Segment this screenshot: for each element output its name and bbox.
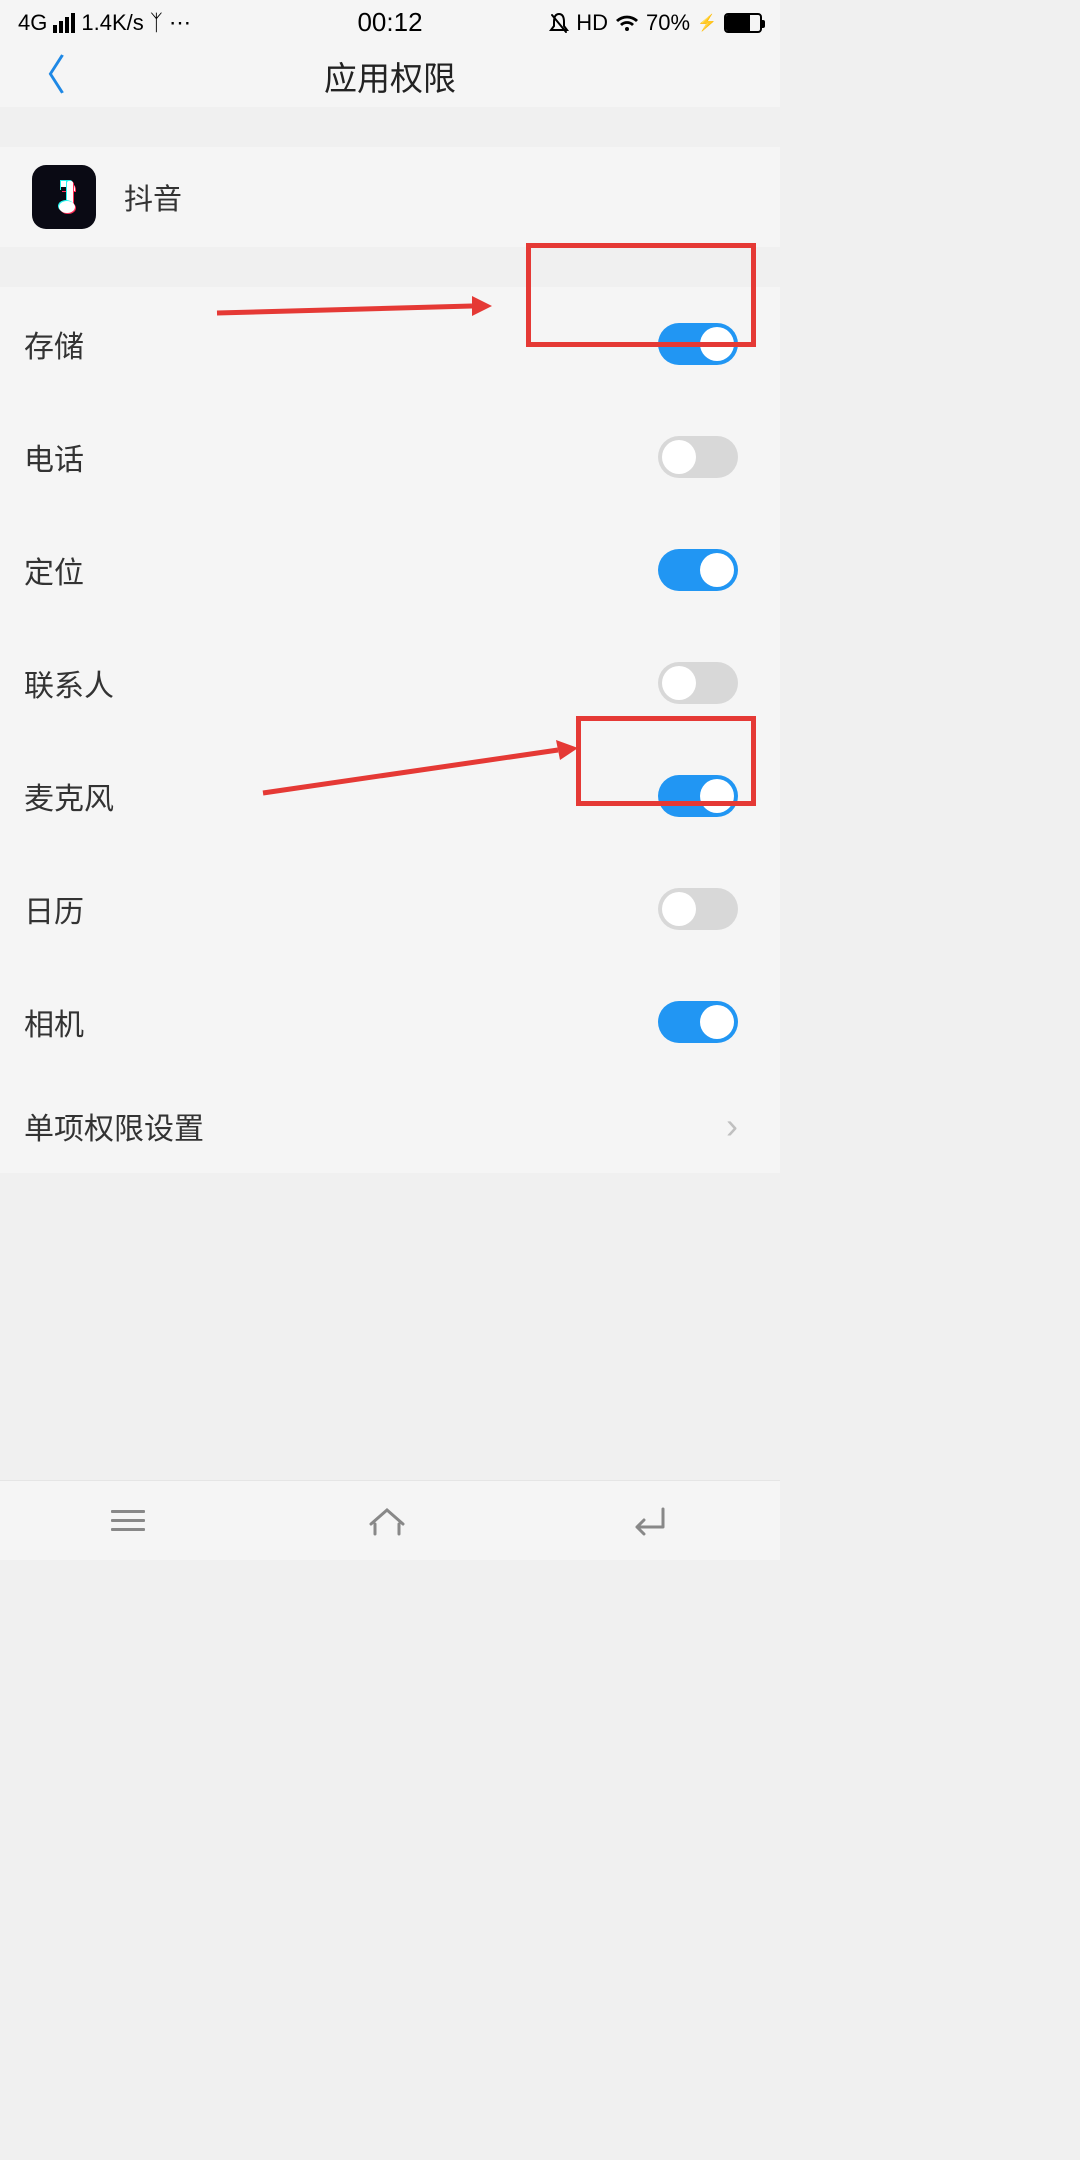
toggle-knob (662, 892, 696, 926)
page-title: 应用权限 (324, 52, 456, 100)
status-left: 4G 1.4K/s ᛉ ⋯ (18, 10, 191, 36)
permission-label: 麦克风 (24, 774, 114, 818)
app-header: 抖音 (0, 147, 780, 247)
separator (0, 107, 780, 147)
toggle-knob (662, 666, 696, 700)
hd-label: HD (576, 10, 608, 36)
permission-item: 存储 (0, 287, 780, 400)
charging-icon: ⚡ (697, 13, 717, 33)
network-label: 4G (18, 10, 47, 36)
more-icon: ⋯ (169, 10, 191, 36)
permission-label: 日历 (24, 887, 84, 931)
toggle-knob (700, 1005, 734, 1039)
wifi-icon (615, 13, 639, 33)
chevron-right-icon: › (726, 1105, 738, 1147)
mute-icon (549, 12, 569, 34)
permission-toggle[interactable] (658, 323, 738, 365)
permission-list: 存储电话定位联系人麦克风日历相机单项权限设置 › (0, 287, 780, 1173)
permission-item: 定位 (0, 513, 780, 626)
permission-toggle[interactable] (658, 1001, 738, 1043)
speed-label: 1.4K/s (81, 10, 143, 36)
clock-label: 00:12 (357, 7, 422, 38)
toggle-knob (662, 440, 696, 474)
permission-toggle[interactable] (658, 436, 738, 478)
permission-item: 相机 (0, 965, 780, 1078)
battery-icon (724, 13, 762, 33)
permission-label: 联系人 (24, 661, 114, 705)
separator (0, 247, 780, 287)
douyin-app-icon (32, 165, 96, 229)
permission-label: 定位 (24, 548, 84, 592)
link-label: 单项权限设置 (24, 1104, 204, 1148)
battery-label: 70% (646, 10, 690, 36)
permission-toggle[interactable] (658, 662, 738, 704)
usb-icon: ᛉ (150, 10, 163, 36)
permission-item: 联系人 (0, 626, 780, 739)
permission-label: 电话 (24, 435, 84, 479)
title-bar: 〈 应用权限 (0, 45, 780, 107)
permission-label: 相机 (24, 1000, 84, 1044)
permission-toggle[interactable] (658, 888, 738, 930)
signal-icon (53, 13, 75, 33)
back-nav-icon[interactable] (629, 1506, 669, 1536)
toggle-knob (700, 327, 734, 361)
status-right: HD 70% ⚡ (549, 10, 762, 36)
permission-item: 麦克风 (0, 739, 780, 852)
permission-item: 电话 (0, 400, 780, 513)
permission-label: 存储 (24, 322, 84, 366)
permission-toggle[interactable] (658, 775, 738, 817)
home-icon[interactable] (367, 1506, 407, 1536)
app-name: 抖音 (124, 176, 182, 218)
toggle-knob (700, 553, 734, 587)
permission-toggle[interactable] (658, 549, 738, 591)
single-permission-settings[interactable]: 单项权限设置 › (0, 1078, 780, 1173)
back-icon[interactable]: 〈 (24, 55, 66, 97)
status-bar: 4G 1.4K/s ᛉ ⋯ 00:12 HD 70% ⚡ (0, 0, 780, 45)
toggle-knob (700, 779, 734, 813)
permission-item: 日历 (0, 852, 780, 965)
menu-icon[interactable] (111, 1510, 145, 1531)
nav-bar (0, 1480, 780, 1560)
